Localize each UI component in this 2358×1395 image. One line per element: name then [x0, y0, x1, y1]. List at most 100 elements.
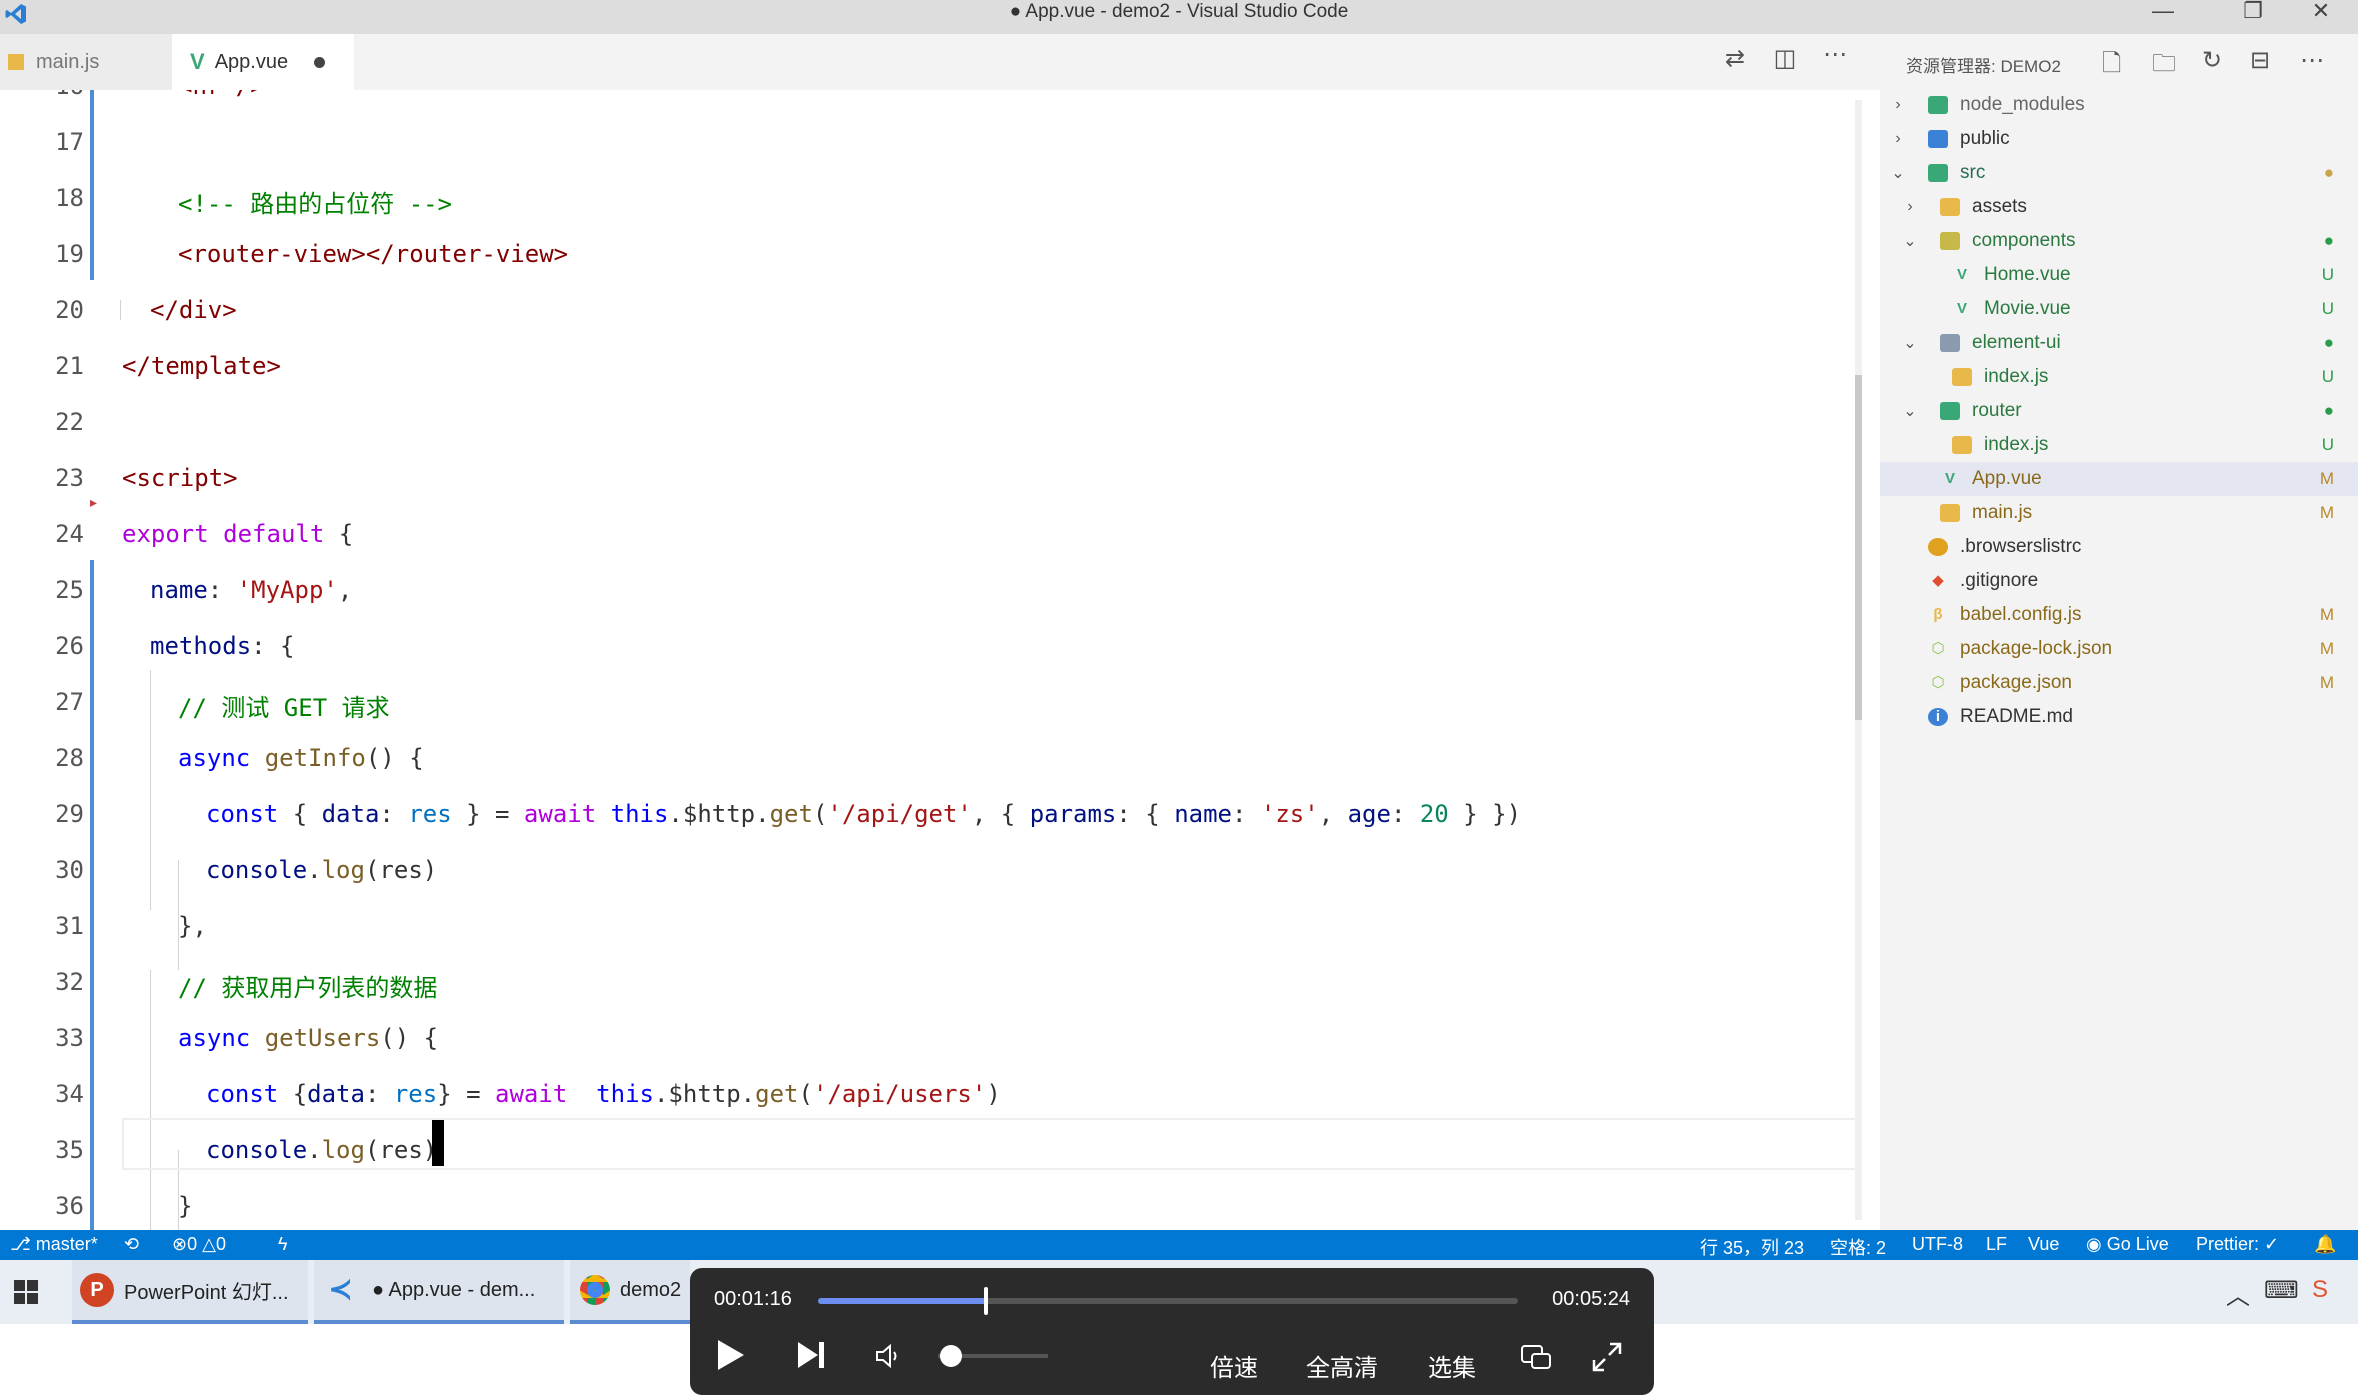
unsaved-dot-icon[interactable]: [314, 56, 326, 68]
code-line: 29 const { data: res } = await this.$htt…: [0, 788, 1862, 844]
git-status-badge: ●: [2323, 401, 2334, 420]
progress-bar[interactable]: [818, 1287, 1518, 1315]
tray-chevron-up-icon[interactable]: ︿: [2226, 1276, 2250, 1311]
taskbar-label: PowerPoint 幻灯...: [124, 1281, 289, 1304]
tree-item-main-js[interactable]: main.js M: [1880, 496, 2358, 530]
taskbar-chrome[interactable]: demo2: [570, 1260, 690, 1324]
volume-handle[interactable]: [939, 1345, 962, 1367]
tree-item-movie-vue[interactable]: V Movie.vue U: [1880, 292, 2358, 326]
picture-in-picture-icon[interactable]: [1520, 1342, 1552, 1379]
total-time: 00:05:24: [1552, 1288, 1630, 1310]
file-encoding[interactable]: UTF-8: [1912, 1234, 1963, 1255]
git-status-badge: ●: [2323, 333, 2334, 352]
tree-item-public[interactable]: › public: [1880, 122, 2358, 156]
tree-item-package-lock[interactable]: ⬡ package-lock.json M: [1880, 632, 2358, 666]
tree-item-gitignore[interactable]: ◆ .gitignore: [1880, 564, 2358, 598]
tree-item-home-vue[interactable]: V Home.vue U: [1880, 258, 2358, 292]
video-player-controls: 00:01:16 00:05:24 倍速 全高清 选集: [690, 1268, 1654, 1395]
indentation[interactable]: 空格: 2: [1830, 1234, 1886, 1260]
problems-indicator[interactable]: ⊗0 △0: [172, 1234, 226, 1255]
tree-item-assets[interactable]: › assets: [1880, 190, 2358, 224]
tree-item-router-index-js[interactable]: index.js U: [1880, 428, 2358, 462]
tree-item-node-modules[interactable]: › node_modules: [1880, 88, 2358, 122]
ime-icon[interactable]: ⌨: [2264, 1276, 2299, 1305]
line-number: 36: [55, 1192, 84, 1220]
taskbar-vscode[interactable]: ≺ ● App.vue - dem...: [314, 1260, 564, 1324]
tree-item-label: main.js: [1972, 502, 2033, 523]
new-folder-icon[interactable]: 🗀: [2152, 46, 2176, 87]
line-number: 30: [55, 856, 84, 884]
taskbar-label: demo2: [620, 1278, 682, 1301]
code-line: 36 }: [0, 1180, 1862, 1230]
git-branch[interactable]: ⎇ master*: [10, 1234, 98, 1255]
tree-item-label: .gitignore: [1960, 570, 2039, 591]
tree-item-src[interactable]: ⌄ src ●: [1880, 156, 2358, 190]
line-ending[interactable]: LF: [1986, 1234, 2007, 1255]
bell-icon[interactable]: 🔔: [2314, 1234, 2336, 1255]
folder-icon: [1940, 198, 1960, 216]
tree-item-label: assets: [1972, 196, 2027, 217]
explorer-sidebar: 资源管理器: DEMO2 🗋 🗀 ↻ ⊟ ⋯ › node_modules › …: [1880, 34, 2358, 1230]
tray-app-icon[interactable]: S: [2312, 1276, 2328, 1304]
line-number: 31: [55, 912, 84, 940]
play-icon[interactable]: [716, 1338, 746, 1379]
scrollbar-thumb[interactable]: [1855, 375, 1862, 720]
collapse-all-icon[interactable]: ⊟: [2250, 46, 2270, 75]
split-editor-icon[interactable]: ◫: [1770, 44, 1800, 73]
more-actions-icon[interactable]: ⋯: [1820, 40, 1850, 69]
code-text: const { data: res } = await this.$http.g…: [206, 800, 1522, 828]
language-mode[interactable]: Vue: [2028, 1234, 2059, 1255]
windows-start-icon[interactable]: [14, 1280, 38, 1304]
tree-item-label: public: [1960, 128, 2010, 149]
more-actions-icon[interactable]: ⋯: [2300, 46, 2324, 75]
new-file-icon[interactable]: 🗋: [2102, 46, 2121, 87]
code-text: },: [178, 912, 207, 940]
tree-item-label: babel.config.js: [1960, 604, 2082, 625]
chevron-down-icon: ⌄: [1903, 233, 1917, 250]
refresh-icon[interactable]: ↻: [2202, 46, 2222, 75]
minimize-button[interactable]: —: [2138, 0, 2188, 24]
close-button[interactable]: ✕: [2296, 0, 2346, 24]
code-text: async getUsers() {: [178, 1024, 439, 1052]
fullscreen-icon[interactable]: [1592, 1342, 1622, 1379]
cursor-position[interactable]: 行 35，列 23: [1700, 1234, 1804, 1260]
vue-file-icon: V: [190, 49, 205, 74]
code-line: 25 name: 'MyApp',: [0, 564, 1862, 620]
progress-handle[interactable]: [984, 1287, 988, 1315]
tree-item-label: components: [1972, 230, 2076, 251]
tree-item-element-ui-index-js[interactable]: index.js U: [1880, 360, 2358, 394]
episodes-button[interactable]: 选集: [1428, 1348, 1476, 1383]
tree-item-label: src: [1960, 162, 1986, 183]
tree-item-babel-config[interactable]: β babel.config.js M: [1880, 598, 2358, 632]
quality-button[interactable]: 全高清: [1306, 1348, 1378, 1383]
restore-button[interactable]: ❐: [2228, 0, 2278, 24]
sync-icon[interactable]: ⟲: [124, 1234, 139, 1255]
tab-app-vue[interactable]: V App.vue: [172, 34, 354, 90]
tree-item-components[interactable]: ⌄ components ●: [1880, 224, 2358, 258]
tree-item-app-vue[interactable]: V App.vue M: [1880, 462, 2358, 496]
code-text: <hr />: [178, 90, 265, 100]
go-live-button[interactable]: ◉ Go Live: [2086, 1234, 2169, 1255]
next-icon[interactable]: [796, 1338, 826, 1379]
tree-item-readme[interactable]: i README.md: [1880, 700, 2358, 734]
folder-open-icon: [1928, 164, 1948, 182]
tree-item-label: element-ui: [1972, 332, 2061, 353]
tab-main-js[interactable]: main.js: [0, 34, 172, 90]
code-text: export default {: [122, 520, 354, 548]
code-line: 23 <script>: [0, 452, 1862, 508]
tree-item-browserslistrc[interactable]: .browserslistrc: [1880, 530, 2358, 564]
code-line: 19 <router-view></router-view>: [0, 228, 1862, 284]
line-number: 24: [55, 520, 84, 548]
lightning-icon[interactable]: ϟ: [278, 1234, 288, 1255]
tree-item-element-ui[interactable]: ⌄ element-ui ●: [1880, 326, 2358, 360]
code-editor[interactable]: ▸ 16 <hr /> 17 18 <!-- 路由的占位符 --> 19 <ro…: [0, 90, 1862, 1230]
tree-item-package-json[interactable]: ⬡ package.json M: [1880, 666, 2358, 700]
prettier-status[interactable]: Prettier: ✓: [2196, 1234, 2279, 1255]
open-changes-icon[interactable]: ⇄: [1720, 44, 1750, 73]
volume-icon[interactable]: [874, 1342, 902, 1377]
speed-button[interactable]: 倍速: [1210, 1348, 1258, 1383]
line-number: 26: [55, 632, 84, 660]
taskbar-powerpoint[interactable]: P PowerPoint 幻灯...: [72, 1260, 308, 1324]
line-number: 16: [0, 90, 84, 100]
tree-item-router[interactable]: ⌄ router ●: [1880, 394, 2358, 428]
